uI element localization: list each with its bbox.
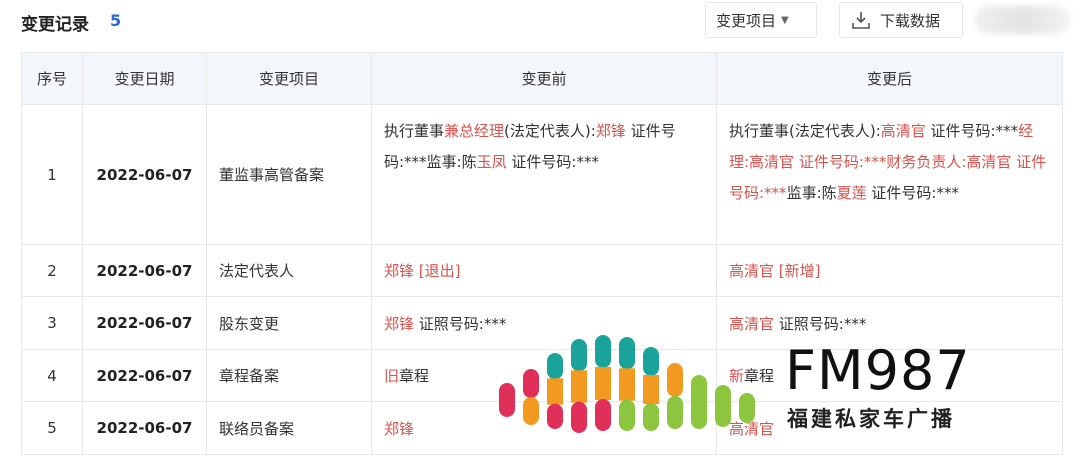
highlighted-text: 郑锋 [退出] [384,262,461,280]
cell-item: 章程备案 [206,349,372,402]
col-header-before: 变更前 [371,52,717,105]
cell-before: 执行董事兼总经理(法定代表人):郑锋 证件号码:***监事:陈玉凤 证件号码:*… [371,104,717,245]
cell-num: 2 [21,244,83,297]
change-text: 执行董事(法定代表人): [729,122,881,140]
change-text: 证照号码:*** [414,314,507,333]
section-title: 变更记录 [21,15,89,35]
cell-item: 股东变更 [206,296,372,350]
cell-before: 郑锋 [退出] [371,244,717,297]
highlighted-text: 郑锋 [384,419,415,438]
cell-after: 高清官 [716,401,1063,455]
change-text: 执行董事 [384,122,445,140]
highlighted-text: 郑锋 [384,314,415,333]
filter-label: 变更项目 [716,11,777,30]
highlighted-text: 旧 [384,367,400,385]
cell-num: 3 [21,296,83,350]
cell-date: 2022-06-07 [82,401,207,455]
cell-item: 联络员备案 [206,401,372,455]
cell-num: 1 [21,104,83,245]
col-header-item: 变更项目 [206,52,372,105]
cell-item: 法定代表人 [206,244,372,297]
cell-before: 郑锋 [371,401,717,455]
table-row: 2 2022-06-07 法定代表人 郑锋 [退出] 高清官 [新增] [21,244,1063,297]
cell-after: 高清官 证照号码:*** [716,296,1063,350]
highlighted-text: 高清官 [新增] [729,262,821,280]
table-row: 4 2022-06-07 章程备案 旧章程 新章程 [21,349,1063,402]
cell-after: 高清官 [新增] [716,244,1063,297]
change-text: 证件号码:*** [506,153,599,171]
table-row: 1 2022-06-07 董监事高管备案 执行董事兼总经理(法定代表人):郑锋 证件号… [21,104,1063,245]
highlighted-text: 玉凤 [476,153,507,171]
cell-before: 郑锋 证照号码:*** [371,296,717,350]
change-text: 章程 [399,367,430,385]
caret-down-icon: ▼ [781,14,789,26]
page-header: 变更记录 5 变更项目 ▼ 下载数据 [0,0,1080,46]
download-icon [852,12,870,29]
cell-after: 执行董事(法定代表人):高清官 证件号码:***经理:高清官 证件号码:***财… [716,104,1063,245]
highlighted-text: 夏莲 [836,184,867,202]
record-count: 5 [110,11,122,30]
col-header-date: 变更日期 [82,52,207,105]
cell-date: 2022-06-07 [82,296,207,350]
change-text: 章程 [744,367,775,385]
highlighted-text: 新 [729,367,745,385]
change-text: 证件号码:*** [925,122,1019,140]
highlighted-text: 郑锋 [595,122,626,140]
blurred-element [975,6,1070,34]
download-label: 下载数据 [880,11,941,30]
table-row: 5 2022-06-07 联络员备案 郑锋 高清官 [21,401,1063,455]
cell-item: 董监事高管备案 [206,104,372,245]
download-data-button[interactable]: 下载数据 [839,2,963,38]
cell-num: 4 [21,349,83,402]
cell-date: 2022-06-07 [82,104,207,245]
change-text: 证件号码:*** [866,184,959,202]
highlighted-text: 高清官 [729,419,775,438]
change-text: 证照号码:*** [774,314,867,333]
table-row: 3 2022-06-07 股东变更 郑锋 证照号码:*** 高清官 证照号码:*** [21,296,1063,350]
cell-num: 5 [21,401,83,455]
highlighted-text: 高清官 [880,122,926,140]
change-item-filter[interactable]: 变更项目 ▼ [705,2,817,38]
cell-date: 2022-06-07 [82,244,207,297]
highlighted-text: 兼总经理 [444,122,505,140]
col-header-after: 变更后 [716,52,1063,105]
highlighted-text: 高清官 [729,314,775,333]
cell-after: 新章程 [716,349,1063,402]
table-header-row: 序号 变更日期 变更项目 变更前 变更后 [21,52,1063,105]
change-text: 监事:陈 [786,184,837,202]
cell-date: 2022-06-07 [82,349,207,402]
cell-before: 旧章程 [371,349,717,402]
change-text: (法定代表人): [504,122,596,140]
change-record-table: 序号 变更日期 变更项目 变更前 变更后 1 2022-06-07 董监事高管备案执… [21,52,1063,455]
col-header-num: 序号 [21,52,83,105]
